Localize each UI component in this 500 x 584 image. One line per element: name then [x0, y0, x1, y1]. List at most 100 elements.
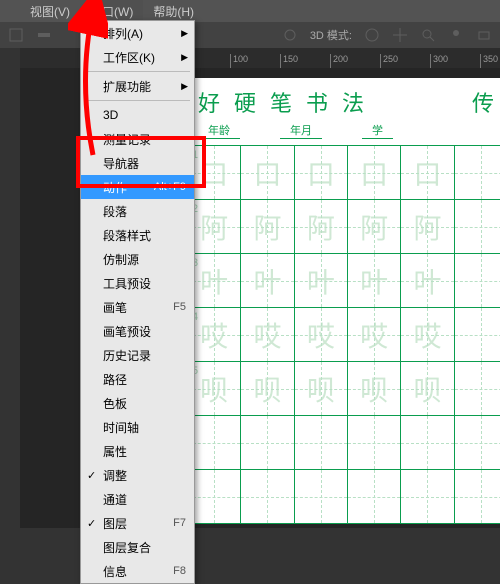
grid-cell — [188, 416, 241, 469]
grid-cell: 呗 — [295, 362, 348, 415]
grid-cell: 4哎 — [188, 308, 241, 361]
grid-cell: 阿 — [241, 200, 294, 253]
grid-cell: 哎 — [241, 308, 294, 361]
grid-cell: 口 — [295, 146, 348, 199]
light-icon[interactable] — [448, 27, 464, 43]
cam-icon[interactable] — [476, 27, 492, 43]
grid-cell: 呗 — [241, 362, 294, 415]
grid-cell — [241, 470, 294, 523]
canvas-document: 好硬笔书法 传 年龄 年月 学 1口 口 口 口 口 2阿 阿 阿 阿 阿 3叶… — [188, 78, 500, 524]
grid-cell: 叶 — [295, 254, 348, 307]
grid-cell — [455, 470, 500, 523]
menu-extensions[interactable]: 扩展功能▶ — [81, 74, 194, 98]
grid-cell — [295, 470, 348, 523]
grid-cell — [455, 362, 500, 415]
pan-icon[interactable] — [392, 27, 408, 43]
grid-cell — [348, 416, 401, 469]
grid-row: 5呗 呗 呗 呗 呗 — [188, 362, 500, 416]
ruler-tick: 200 — [330, 54, 380, 68]
ruler-tick: 300 — [430, 54, 480, 68]
grid-cell — [455, 146, 500, 199]
menubar: 视图(V) 窗口(W) 帮助(H) — [0, 0, 500, 22]
toolbar: 3D 模式: — [0, 22, 500, 48]
tool-icon-1[interactable] — [8, 27, 24, 43]
tool-icon-3[interactable] — [282, 27, 298, 43]
menu-parastyle[interactable]: 段落样式 — [81, 223, 194, 247]
grid-cell — [241, 416, 294, 469]
menu-toolpre[interactable]: 工具预设 — [81, 271, 194, 295]
mode3d-label: 3D 模式: — [310, 27, 352, 43]
menu-arrange[interactable]: 排列(A)▶ — [81, 21, 194, 45]
grid-row: 2阿 阿 阿 阿 阿 — [188, 200, 500, 254]
grid-row: 4哎 哎 哎 哎 哎 — [188, 308, 500, 362]
grid-cell: 哎 — [401, 308, 454, 361]
menu-3d[interactable]: 3D — [81, 103, 194, 127]
menu-actions[interactable]: 动作Alt+F9 — [81, 175, 194, 199]
shortcut-text: F5 — [173, 301, 186, 313]
grid-row — [188, 470, 500, 524]
title-left: 好硬笔书法 — [198, 86, 378, 118]
shortcut-text: F7 — [173, 517, 186, 529]
menu-brush[interactable]: 画笔F5 — [81, 295, 194, 319]
calligraphy-title: 好硬笔书法 传 — [188, 78, 500, 122]
grid-cell: 叶 — [401, 254, 454, 307]
grid-cell: 阿 — [348, 200, 401, 253]
grid-cell: 口 — [401, 146, 454, 199]
grid-cell: 5呗 — [188, 362, 241, 415]
grid-cell: 口 — [348, 146, 401, 199]
menu-navigator[interactable]: 导航器 — [81, 151, 194, 175]
grid-cell: 口 — [241, 146, 294, 199]
menu-adjust[interactable]: ✓调整 — [81, 463, 194, 487]
title-right: 传 — [472, 86, 498, 118]
grid-cell: 呗 — [401, 362, 454, 415]
grid-row — [188, 416, 500, 470]
orbit-icon[interactable] — [364, 27, 380, 43]
menu-view[interactable]: 视图(V) — [20, 0, 80, 23]
grid-cell: 1口 — [188, 146, 241, 199]
menu-timeline[interactable]: 时间轴 — [81, 415, 194, 439]
shortcut-text: Alt+F9 — [154, 181, 186, 193]
menu-paths[interactable]: 路径 — [81, 367, 194, 391]
grid-cell: 呗 — [348, 362, 401, 415]
menu-separator — [85, 71, 190, 72]
grid-cell — [295, 416, 348, 469]
practice-grid: 1口 口 口 口 口 2阿 阿 阿 阿 阿 3叶 叶 叶 叶 叶 4哎 哎 哎 … — [188, 145, 500, 524]
grid-cell: 阿 — [401, 200, 454, 253]
grid-cell — [348, 470, 401, 523]
submenu-arrow-icon: ▶ — [181, 28, 188, 39]
ruler-tick: 250 — [380, 54, 430, 68]
window-menu-dropdown: 排列(A)▶ 工作区(K)▶ 扩展功能▶ 3D 测量记录 导航器 动作Alt+F… — [80, 20, 195, 584]
menu-channels[interactable]: 通道 — [81, 487, 194, 511]
submenu-arrow-icon: ▶ — [181, 81, 188, 92]
menu-measure[interactable]: 测量记录 — [81, 127, 194, 151]
menu-props[interactable]: 属性 — [81, 439, 194, 463]
field-month: 年月 — [280, 122, 322, 139]
grid-cell: 叶 — [241, 254, 294, 307]
ruler-tick: 100 — [230, 54, 280, 68]
grid-cell: 叶 — [348, 254, 401, 307]
zoom-icon[interactable] — [420, 27, 436, 43]
field-age: 年龄 — [198, 122, 240, 139]
menu-history[interactable]: 历史记录 — [81, 343, 194, 367]
ruler-tick: 350 — [480, 54, 500, 68]
menu-swatches[interactable]: 色板 — [81, 391, 194, 415]
menu-brushpre[interactable]: 画笔预设 — [81, 319, 194, 343]
ruler-tick: 150 — [280, 54, 330, 68]
grid-cell — [455, 254, 500, 307]
menu-layercomp[interactable]: 图层复合 — [81, 535, 194, 559]
menu-info[interactable]: 信息F8 — [81, 559, 194, 583]
grid-cell — [401, 416, 454, 469]
grid-cell: 2阿 — [188, 200, 241, 253]
grid-cell: 3叶 — [188, 254, 241, 307]
grid-row: 1口 口 口 口 口 — [188, 146, 500, 200]
menu-clonesrc[interactable]: 仿制源 — [81, 247, 194, 271]
menu-workspace[interactable]: 工作区(K)▶ — [81, 45, 194, 69]
menu-paragraph[interactable]: 段落 — [81, 199, 194, 223]
grid-cell — [401, 470, 454, 523]
grid-row: 3叶 叶 叶 叶 叶 — [188, 254, 500, 308]
grid-cell — [455, 308, 500, 361]
grid-cell: 阿 — [295, 200, 348, 253]
grid-cell: 哎 — [348, 308, 401, 361]
tool-icon-2[interactable] — [36, 27, 52, 43]
menu-layers[interactable]: ✓图层F7 — [81, 511, 194, 535]
